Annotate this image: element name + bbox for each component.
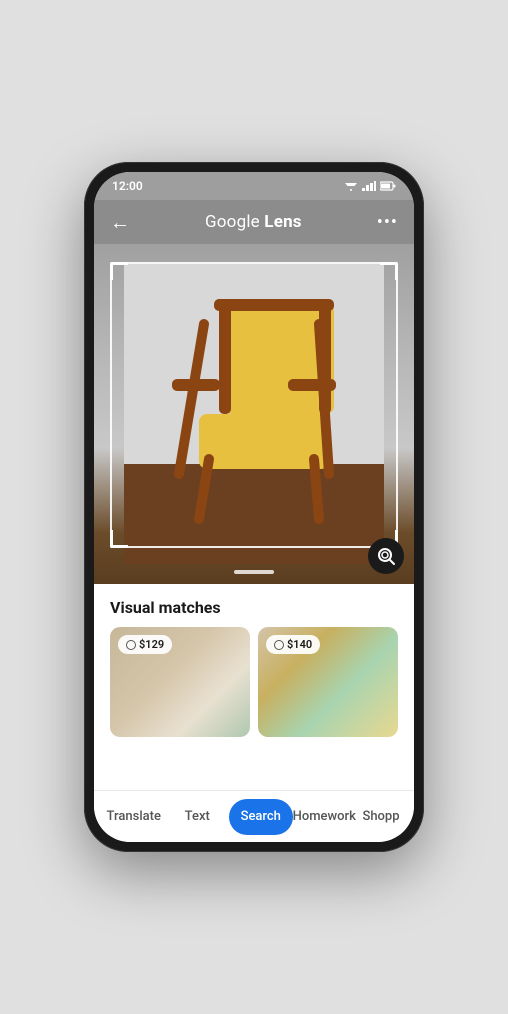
back-button[interactable]: ← xyxy=(110,210,130,235)
tab-bar: Translate Text Search Homework Shopp xyxy=(94,790,414,842)
tab-translate[interactable]: Translate xyxy=(102,799,166,835)
tab-shopping[interactable]: Shopp xyxy=(356,799,406,835)
drag-handle xyxy=(234,570,274,574)
status-time: 12:00 xyxy=(112,179,143,193)
status-bar: 12:00 xyxy=(94,172,414,200)
visual-matches-title: Visual matches xyxy=(94,584,414,627)
app-title: Google Lens xyxy=(205,212,302,232)
battery-icon xyxy=(380,181,396,191)
tab-text[interactable]: Text xyxy=(166,799,230,835)
price-icon-2 xyxy=(274,640,284,650)
signal-icon xyxy=(362,181,376,191)
camera-view xyxy=(94,244,414,584)
content-area: Visual matches $129 $140 xyxy=(94,584,414,790)
tab-homework[interactable]: Homework xyxy=(293,799,357,835)
image-area xyxy=(94,244,414,584)
tab-search[interactable]: Search xyxy=(229,799,293,835)
phone-frame: 12:00 xyxy=(84,162,424,852)
status-icons xyxy=(344,181,396,191)
top-bar: ← Google Lens ••• xyxy=(94,200,414,244)
lens-icon xyxy=(376,546,396,566)
wifi-icon xyxy=(344,181,358,191)
price-badge-1: $129 xyxy=(118,635,172,654)
price-badge-2: $140 xyxy=(266,635,320,654)
matches-grid: $129 $140 xyxy=(94,627,414,749)
chair-svg xyxy=(124,264,384,564)
match-card[interactable]: $129 xyxy=(110,627,250,737)
phone-screen: 12:00 xyxy=(94,172,414,842)
price-icon-1 xyxy=(126,640,136,650)
match-card[interactable]: $140 xyxy=(258,627,398,737)
chair-illustration xyxy=(94,244,414,584)
lens-search-button[interactable] xyxy=(368,538,404,574)
more-menu-button[interactable]: ••• xyxy=(377,212,398,233)
